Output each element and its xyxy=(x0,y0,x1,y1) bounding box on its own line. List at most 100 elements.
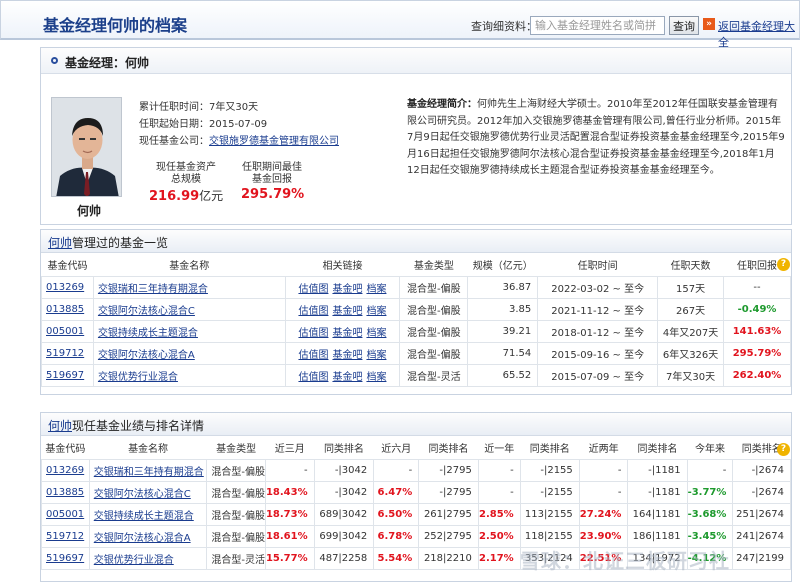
fund-name-link[interactable]: 交银持续成长主题混合 xyxy=(98,328,198,339)
fund-name-link[interactable]: 交银阿尔法核心混合C xyxy=(98,306,195,317)
valuation-chart-link[interactable]: 估值图 xyxy=(298,372,328,383)
managed-header-cell: 基金类型 xyxy=(399,254,468,276)
current-header-cell: 近一年 xyxy=(478,437,521,459)
table-row: 005001 交银持续成长主题混合 估值图 基金吧 档案 混合型-偏股 39.21 2018-… xyxy=(41,319,791,343)
tenure-period-cell: 2015-09-16 ~ 至今 xyxy=(537,341,659,365)
best-return-label-line2: 基金回报 xyxy=(252,174,292,185)
return-6m-cell: 6.78% xyxy=(373,524,420,548)
table-row: 013269 交银瑞和三年持有期混合 估值图 基金吧 档案 混合型-偏股 36.87 2022… xyxy=(41,275,791,299)
manager-name-link[interactable]: 何帅 xyxy=(48,419,72,433)
fund-profile-link[interactable]: 档案 xyxy=(366,328,386,339)
valuation-chart-link[interactable]: 估值图 xyxy=(298,328,328,339)
table-row: 013269 交银瑞和三年持有期混合 混合型-偏股 - -|3042- -|2795- -|… xyxy=(41,458,791,482)
tenure-return-cell: 295.79% xyxy=(723,341,791,365)
fund-code-link[interactable]: 013269 xyxy=(46,282,84,293)
valuation-chart-link[interactable]: 估值图 xyxy=(298,350,328,361)
watermark: 雪球：北证三板研习社 xyxy=(520,549,730,573)
fund-profile-link[interactable]: 档案 xyxy=(366,306,386,317)
table-row: 519712 交银阿尔法核心混合A 混合型-偏股 18.61% 699|3042 6.78… xyxy=(41,524,791,548)
rank-6m-cell: 252|2795 xyxy=(418,524,479,548)
fund-profile-link[interactable]: 档案 xyxy=(366,350,386,361)
back-to-manager-list-link[interactable]: 返回基金经理大全 xyxy=(718,18,799,50)
fund-forum-link[interactable]: 基金吧 xyxy=(332,350,362,361)
fund-name-cell: 交银阿尔法核心混合A xyxy=(92,341,286,365)
valuation-chart-link[interactable]: 估值图 xyxy=(298,284,328,295)
fund-code-link[interactable]: 519697 xyxy=(46,553,84,564)
fund-name-link[interactable]: 交银优势行业混合 xyxy=(98,372,178,383)
company-link[interactable]: 交银施罗德基金管理有限公司 xyxy=(209,136,339,147)
fund-name-link[interactable]: 交银瑞和三年持有期混合 xyxy=(98,284,208,295)
table-row: 519697 交银优势行业混合 估值图 基金吧 档案 混合型-灵活 65.52 2015-07… xyxy=(41,363,791,387)
tenure-days-cell: 4年又207天 xyxy=(657,319,725,343)
fund-type-cell: 混合型-偏股 xyxy=(206,502,266,526)
fund-code-link[interactable]: 013885 xyxy=(46,487,84,498)
circle-bullet-icon xyxy=(51,57,58,64)
tenure-days-cell: 267天 xyxy=(657,297,725,321)
fund-name-link[interactable]: 交银瑞和三年持有期混合 xyxy=(94,467,204,478)
tenure-days-cell: 157天 xyxy=(657,275,725,299)
search-input[interactable] xyxy=(530,16,665,35)
fund-name-cell: 交银瑞和三年持有期混合 xyxy=(92,275,286,299)
return-6m-cell: - xyxy=(373,458,420,482)
rank-ytd-cell: -|2674 xyxy=(732,480,791,504)
fund-code-link[interactable]: 519712 xyxy=(46,348,84,359)
fund-size-cell: 3.85 xyxy=(467,297,539,321)
current-header-cell: 近六月 xyxy=(373,437,419,459)
managed-header-cell: 任职天数 xyxy=(657,254,724,276)
rank-1y-cell: -|2155 xyxy=(519,458,580,482)
current-header-cell: 同类排名 xyxy=(418,437,479,459)
fund-profile-link[interactable]: 档案 xyxy=(366,284,386,295)
current-header-row: 基金代码 基金名称 基金类型 近三月 同类排名 近六月 同类排名 近一年 同类排名 近两年 同类排名… xyxy=(41,437,791,459)
valuation-chart-link[interactable]: 估值图 xyxy=(298,306,328,317)
fund-name-link[interactable]: 交银优势行业混合 xyxy=(94,555,174,566)
fund-size-cell: 71.54 xyxy=(467,341,539,365)
fund-code-cell: 013269 xyxy=(41,458,90,482)
fund-forum-link[interactable]: 基金吧 xyxy=(332,372,362,383)
fund-code-link[interactable]: 005001 xyxy=(46,326,84,337)
fund-forum-link[interactable]: 基金吧 xyxy=(332,306,362,317)
return-1y-cell: 2.17% xyxy=(477,546,521,570)
fund-forum-link[interactable]: 基金吧 xyxy=(332,328,362,339)
return-2y-cell: - xyxy=(578,480,629,504)
fund-type-cell: 混合型-偏股 xyxy=(206,458,266,482)
fund-code-cell: 519697 xyxy=(41,363,94,387)
return-1y-cell: - xyxy=(477,480,521,504)
search-button[interactable]: 查询 xyxy=(669,16,699,35)
fund-profile-link[interactable]: 档案 xyxy=(366,372,386,383)
fund-name-link[interactable]: 交银阿尔法核心混合A xyxy=(94,533,191,544)
rank-3m-cell: 689|3042 xyxy=(313,502,375,526)
managed-header-cell: 规模（亿元） xyxy=(467,254,538,276)
fund-name-cell: 交银持续成长主题混合 xyxy=(92,319,286,343)
related-links-cell: 估值图 基金吧 档案 xyxy=(284,341,401,365)
return-6m-cell: 6.50% xyxy=(373,502,420,526)
rank-6m-cell: 261|2795 xyxy=(418,502,479,526)
manager-bio: 基金经理简介：何帅先生上海财经大学硕士。2010年至2012年任国联安基金管理有… xyxy=(407,97,787,180)
fund-code-link[interactable]: 519712 xyxy=(46,531,84,542)
current-header-cell: 近三月 xyxy=(265,437,315,459)
start-date-line: 任职起始日期：2015-07-09 xyxy=(139,115,267,130)
fund-type-cell: 混合型-偏股 xyxy=(206,480,266,504)
fund-name-link[interactable]: 交银持续成长主题混合 xyxy=(94,511,194,522)
fund-code-link[interactable]: 013269 xyxy=(46,465,84,476)
table-row: 013885 交银阿尔法核心混合C 估值图 基金吧 档案 混合型-偏股 3.85 2021-1… xyxy=(41,297,791,321)
fund-name-link[interactable]: 交银阿尔法核心混合A xyxy=(98,350,195,361)
return-ytd-cell: -3.45% xyxy=(686,524,734,548)
tenure-period-cell: 2018-01-12 ~ 至今 xyxy=(537,319,659,343)
aum-number: 216.99 xyxy=(149,189,200,204)
fund-code-link[interactable]: 013885 xyxy=(46,304,84,315)
company-label: 现任基金公司： xyxy=(139,136,209,147)
fund-code-link[interactable]: 005001 xyxy=(46,509,84,520)
fund-name-cell: 交银优势行业混合 xyxy=(88,546,208,570)
manager-name-link[interactable]: 何帅 xyxy=(48,236,72,250)
fund-code-link[interactable]: 519697 xyxy=(46,370,84,381)
rank-1y-cell: 118|2155 xyxy=(519,524,580,548)
fund-name-link[interactable]: 交银阿尔法核心混合C xyxy=(94,489,191,500)
help-icon[interactable]: ? xyxy=(777,443,790,456)
rank-ytd-cell: 251|2674 xyxy=(732,502,791,526)
tenure-period-cell: 2021-11-12 ~ 至今 xyxy=(537,297,659,321)
fund-forum-link[interactable]: 基金吧 xyxy=(332,284,362,295)
return-1y-cell: - xyxy=(477,458,521,482)
return-ytd-cell: -3.68% xyxy=(686,502,734,526)
help-icon[interactable]: ? xyxy=(777,258,790,271)
fund-code-cell: 013269 xyxy=(41,275,94,299)
